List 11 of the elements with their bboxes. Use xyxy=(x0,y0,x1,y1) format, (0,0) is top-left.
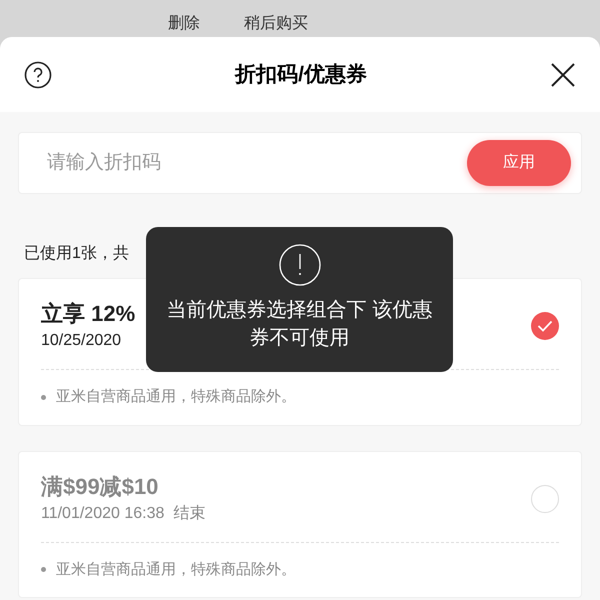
coupon-note: 亚米自营商品通用，特殊商品除外。 xyxy=(56,560,296,580)
coupon-note: 亚米自营商品通用，特殊商品除外。 xyxy=(56,387,296,407)
toast-message: 当前优惠券选择组合下 该优惠券不可使用 xyxy=(166,298,434,351)
expiry-text: 11/01/2020 16:38 结束 xyxy=(41,504,206,524)
action-text: 稍后购买 xyxy=(244,14,308,34)
action-text: 删除 xyxy=(168,14,200,34)
expiry-text: 10/25/2020 xyxy=(41,331,122,351)
sheet-title: 折扣码/优惠券 xyxy=(235,62,367,88)
coupon-title: 立享 12% xyxy=(41,300,136,328)
coupon-title: 满$99减$10 xyxy=(41,472,160,500)
summary-text: 已使用1张，共 xyxy=(24,244,130,264)
